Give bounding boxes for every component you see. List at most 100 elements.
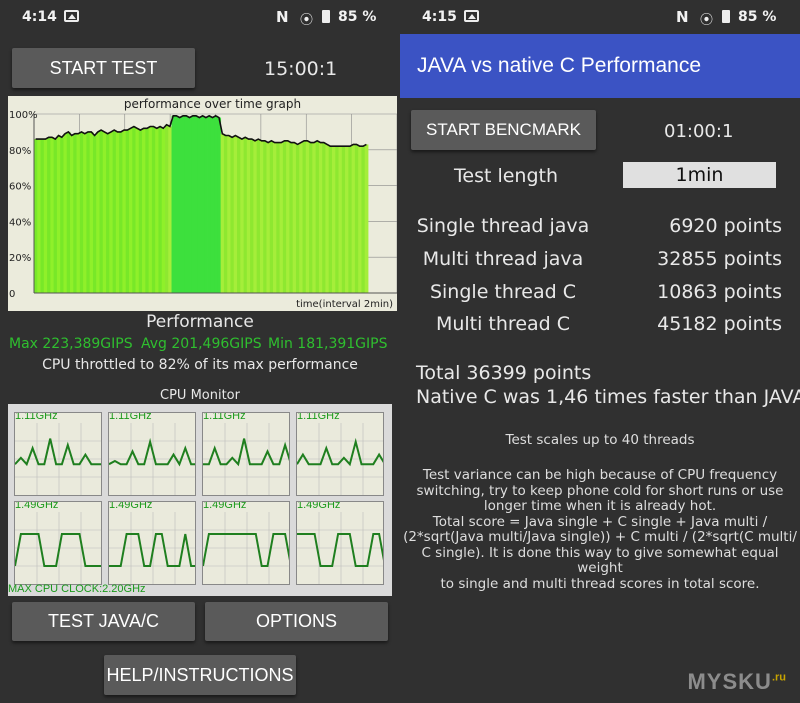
location-icon: ⦿ [700, 13, 714, 28]
result-label-multi-c: Multi thread C [435, 313, 571, 335]
performance-bar [56, 135, 61, 293]
performance-bar [256, 139, 261, 293]
cpu-core-graph: 1.11GHz [296, 412, 384, 496]
y-tick-label: 100% [9, 110, 38, 121]
performance-bar [322, 142, 326, 293]
core-frequency: 1.49GHz [203, 501, 247, 511]
performance-bar [53, 139, 58, 293]
cpu-core-trace-svg [15, 423, 101, 495]
options-button[interactable]: OPTIONS [205, 602, 388, 641]
test-java-c-button[interactable]: TEST JAVA/C [12, 602, 195, 641]
performance-bar [276, 142, 280, 293]
performance-bar [47, 137, 51, 293]
performance-bar [122, 130, 127, 293]
performance-bar [227, 135, 231, 293]
performance-bar [282, 140, 287, 293]
performance-bar [63, 133, 68, 293]
performance-bar [299, 142, 303, 293]
performance-bar [76, 133, 81, 293]
variance-line: to single and multi thread scores in tot… [440, 575, 760, 592]
result-label-single-java: Single thread java [416, 215, 590, 237]
performance-bar [145, 128, 150, 293]
performance-bar [220, 133, 225, 293]
cpu-core-trace-svg [203, 512, 289, 584]
performance-bar [115, 131, 120, 293]
performance-bar [73, 133, 77, 293]
performance-bar [312, 142, 317, 293]
performance-bar [204, 117, 208, 293]
y-tick-label: 40% [9, 217, 31, 228]
performance-bar [325, 144, 330, 293]
performance-bar [181, 115, 186, 293]
cpu-core-trace-svg [297, 423, 383, 495]
cpu-core-trace-svg [109, 423, 195, 495]
status-bar: 4:14 N ⦿ 85 % [0, 0, 400, 34]
performance-bar [338, 146, 343, 293]
performance-bar [331, 146, 336, 293]
performance-bar [142, 128, 146, 293]
performance-bar [43, 139, 48, 293]
cpu-core-graph: 1.11GHz [108, 412, 196, 496]
performance-bar [151, 126, 156, 293]
core-frequency: 1.49GHz [109, 501, 153, 511]
nfc-icon: N [676, 8, 689, 26]
avg-gips-label: Avg 201,496GIPS [141, 336, 262, 352]
performance-bar [263, 140, 267, 293]
performance-bar [106, 133, 110, 293]
start-test-button[interactable]: START TEST [12, 48, 195, 88]
performance-bar [243, 137, 248, 293]
native-c-faster-text: Native C was 1,46 times faster than JAVA [416, 386, 800, 408]
performance-bar [109, 131, 113, 293]
variance-line: C single). It is done this way to give s… [421, 544, 779, 576]
start-benchmark-button[interactable]: START BENCMARK [411, 110, 596, 150]
core-frequency: 1.11GHz [203, 412, 246, 422]
benchmark-timer: 01:00:1 [664, 121, 734, 142]
performance-bar [302, 140, 307, 293]
performance-bar [83, 133, 87, 293]
result-value-multi-c: 45182 points [657, 313, 782, 335]
performance-bar [164, 124, 169, 294]
performance-bar [86, 131, 91, 293]
image-notification-icon [64, 10, 79, 22]
help-instructions-button[interactable]: HELP/INSTRUCTIONS [104, 655, 296, 695]
performance-bar [351, 144, 356, 293]
performance-bar [40, 139, 45, 293]
app-title: JAVA vs native C Performance [417, 54, 702, 77]
performance-bar [286, 140, 290, 293]
performance-bar [60, 137, 64, 293]
performance-bar [132, 126, 136, 293]
right-screen: 4:15 N ⦿ 85 % JAVA vs native C Performan… [400, 0, 800, 703]
cpu-core-trace [203, 438, 289, 467]
performance-bar [187, 117, 192, 293]
core-frequency: 1.49GHz [15, 501, 59, 511]
performance-bar [194, 115, 199, 293]
performance-bar [89, 131, 94, 293]
performance-bar [240, 139, 244, 293]
watermark-text: MYSKU [687, 669, 772, 694]
battery-icon [322, 10, 330, 23]
test-length-selector[interactable]: 1min [623, 162, 776, 188]
core-frequency: 1.11GHz [15, 412, 58, 422]
performance-bar [125, 130, 130, 293]
performance-bar [138, 130, 143, 293]
performance-bar [217, 117, 222, 293]
app-bar: JAVA vs native C Performance [400, 34, 800, 98]
performance-bar [92, 135, 97, 293]
performance-bar [201, 115, 205, 293]
cpu-core-graph: 1.11GHz [14, 412, 102, 496]
result-value-single-java: 6920 points [669, 215, 782, 237]
performance-bar [155, 128, 159, 293]
min-gips-label: Min 181,391GIPS [268, 336, 388, 352]
performance-bar [119, 131, 123, 293]
image-notification-icon [464, 10, 479, 22]
performance-bar [348, 146, 353, 293]
performance-bar [191, 115, 195, 293]
battery-icon [722, 10, 730, 23]
performance-bar [253, 140, 258, 293]
cpu-core-graph: 1.49GHz [296, 501, 384, 585]
performance-bar [207, 115, 212, 293]
cpu-core-graph: 1.49GHz [14, 501, 102, 585]
left-screen: 4:14 N ⦿ 85 % START TEST 15:00:1 100% 80%… [0, 0, 400, 703]
watermark: MYSKU.ru [687, 669, 786, 695]
result-label-multi-java: Multi thread java [422, 248, 584, 270]
